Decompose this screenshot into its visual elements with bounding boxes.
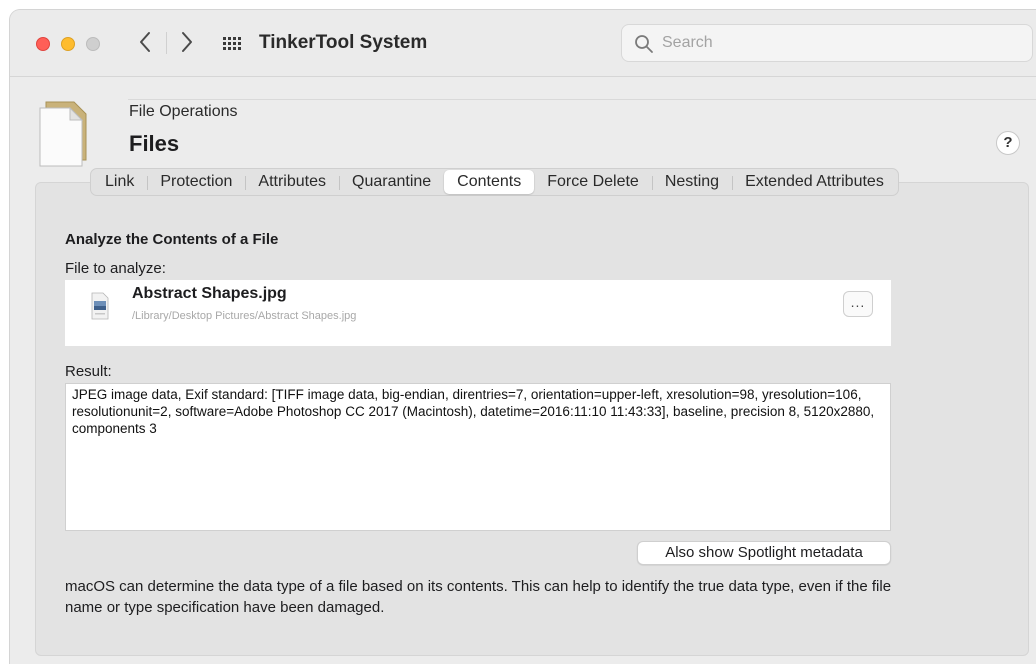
tab-force-delete[interactable]: Force Delete <box>534 170 652 194</box>
file-name: Abstract Shapes.jpg <box>132 285 287 302</box>
forward-button[interactable] <box>174 27 200 57</box>
close-window-button[interactable] <box>36 37 50 51</box>
tab-nesting[interactable]: Nesting <box>651 170 732 194</box>
section-subtitle: File Operations <box>129 103 238 120</box>
minimize-window-button[interactable] <box>61 37 75 51</box>
tab-contents[interactable]: Contents <box>444 170 535 194</box>
tab-bar: Link Protection Attributes Quarantine Co… <box>90 168 899 196</box>
tab-protection[interactable]: Protection <box>147 170 245 194</box>
tab-extended-attributes[interactable]: Extended Attributes <box>732 170 897 194</box>
page-title: Files <box>129 131 180 156</box>
file-drop-area[interactable]: Abstract Shapes.jpg /Library/Desktop Pic… <box>65 280 891 346</box>
file-path: /Library/Desktop Pictures/Abstract Shape… <box>132 310 357 322</box>
file-to-analyze-label: File to analyze: <box>65 260 166 277</box>
contents-heading: Analyze the Contents of a File <box>65 231 279 248</box>
header-divider <box>128 99 1036 100</box>
tab-link[interactable]: Link <box>92 170 147 194</box>
document-icon <box>39 101 87 167</box>
chevron-right-icon <box>182 32 192 52</box>
nav-divider <box>166 32 167 54</box>
choose-file-button[interactable]: ... <box>843 291 873 317</box>
show-spotlight-metadata-button[interactable]: Also show Spotlight metadata <box>637 541 891 565</box>
title-bar: TinkerTool System Search <box>10 10 1036 77</box>
zoom-window-button[interactable] <box>86 37 100 51</box>
jpeg-file-icon <box>91 292 109 320</box>
window-title: TinkerTool System <box>259 32 428 53</box>
result-label: Result: <box>65 363 112 380</box>
search-icon <box>635 35 653 53</box>
chevron-left-icon <box>140 32 150 52</box>
search-placeholder: Search <box>662 34 713 51</box>
back-button[interactable] <box>132 27 158 57</box>
tab-attributes[interactable]: Attributes <box>245 170 339 194</box>
result-text-area[interactable]: JPEG image data, Exif standard: [TIFF im… <box>65 383 891 531</box>
show-all-button[interactable] <box>222 34 242 52</box>
tab-quarantine[interactable]: Quarantine <box>339 170 444 194</box>
search-field[interactable]: Search <box>621 24 1033 62</box>
grid-icon <box>223 37 241 50</box>
app-window: TinkerTool System Search File Operations… <box>10 10 1036 664</box>
help-button[interactable]: ? <box>996 131 1020 155</box>
description-text: macOS can determine the data type of a f… <box>65 578 892 616</box>
